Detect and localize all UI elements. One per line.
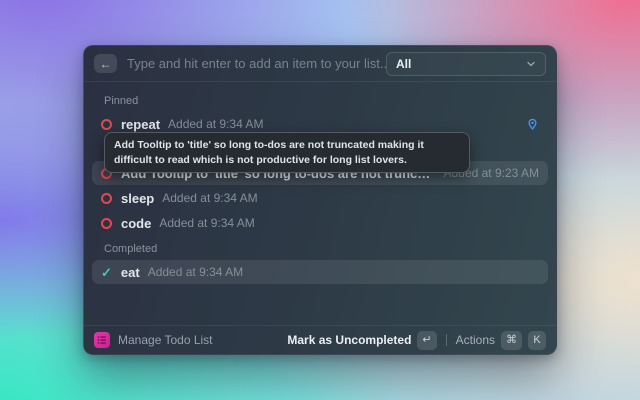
back-button[interactable]: ← — [94, 54, 117, 73]
search-input[interactable] — [127, 56, 386, 71]
todo-title: repeat — [121, 116, 161, 132]
todo-list: PinnedrepeatAdded at 9:34 AMTodosAdd Too… — [84, 82, 556, 284]
desktop: { "header": { "back_icon": "←", "search_… — [0, 0, 640, 400]
primary-action-label[interactable]: Mark as Uncompleted — [287, 333, 411, 347]
todo-circle-icon — [101, 217, 112, 229]
back-arrow-icon: ← — [99, 56, 112, 71]
todo-circle-icon — [101, 118, 112, 130]
raycast-window: ← All PinnedrepeatAdded at 9:34 AMTodosA… — [83, 45, 557, 355]
filter-dropdown-value: All — [396, 56, 412, 71]
section-label-pinned: Pinned — [104, 95, 139, 107]
footer-actions: Mark as Uncompleted ↵ Actions ⌘ K — [287, 330, 546, 350]
todo-added-date: Added at 9:34 AM — [162, 191, 258, 205]
todo-list-app-icon — [94, 332, 110, 348]
filter-dropdown[interactable]: All — [386, 51, 546, 76]
footer-separator — [445, 334, 447, 346]
completed-check-icon: ✓ — [101, 264, 112, 280]
todo-row[interactable]: code Added at 9:34 AM — [92, 211, 548, 235]
chevron-down-icon — [526, 59, 536, 69]
pin-icon — [526, 118, 539, 131]
todo-title: code — [121, 215, 152, 231]
todo-title: eat — [120, 264, 140, 280]
todo-row[interactable]: ✓ eat Added at 9:34 AM — [92, 260, 548, 284]
section-label-completed: Completed — [104, 243, 158, 255]
title-tooltip: Add Tooltip to 'title' so long to-dos ar… — [104, 132, 470, 174]
app-name: Manage Todo List — [118, 333, 213, 347]
footer: Manage Todo List Mark as Uncompleted ↵ A… — [84, 325, 556, 354]
todo-row[interactable]: sleep Added at 9:34 AM — [92, 186, 548, 210]
k-key-badge[interactable]: K — [528, 330, 546, 350]
todo-added-date: Added at 9:34 AM — [159, 216, 255, 230]
todo-circle-icon — [101, 192, 112, 204]
todo-added-date: Added at 9:34 AM — [147, 265, 244, 279]
todo-title: sleep — [121, 190, 155, 206]
header: ← All — [84, 46, 556, 82]
enter-key-badge[interactable]: ↵ — [417, 330, 437, 350]
todo-added-date: Added at 9:34 AM — [168, 117, 264, 131]
actions-menu-label[interactable]: Actions — [456, 333, 495, 347]
cmd-key-badge[interactable]: ⌘ — [501, 330, 522, 350]
